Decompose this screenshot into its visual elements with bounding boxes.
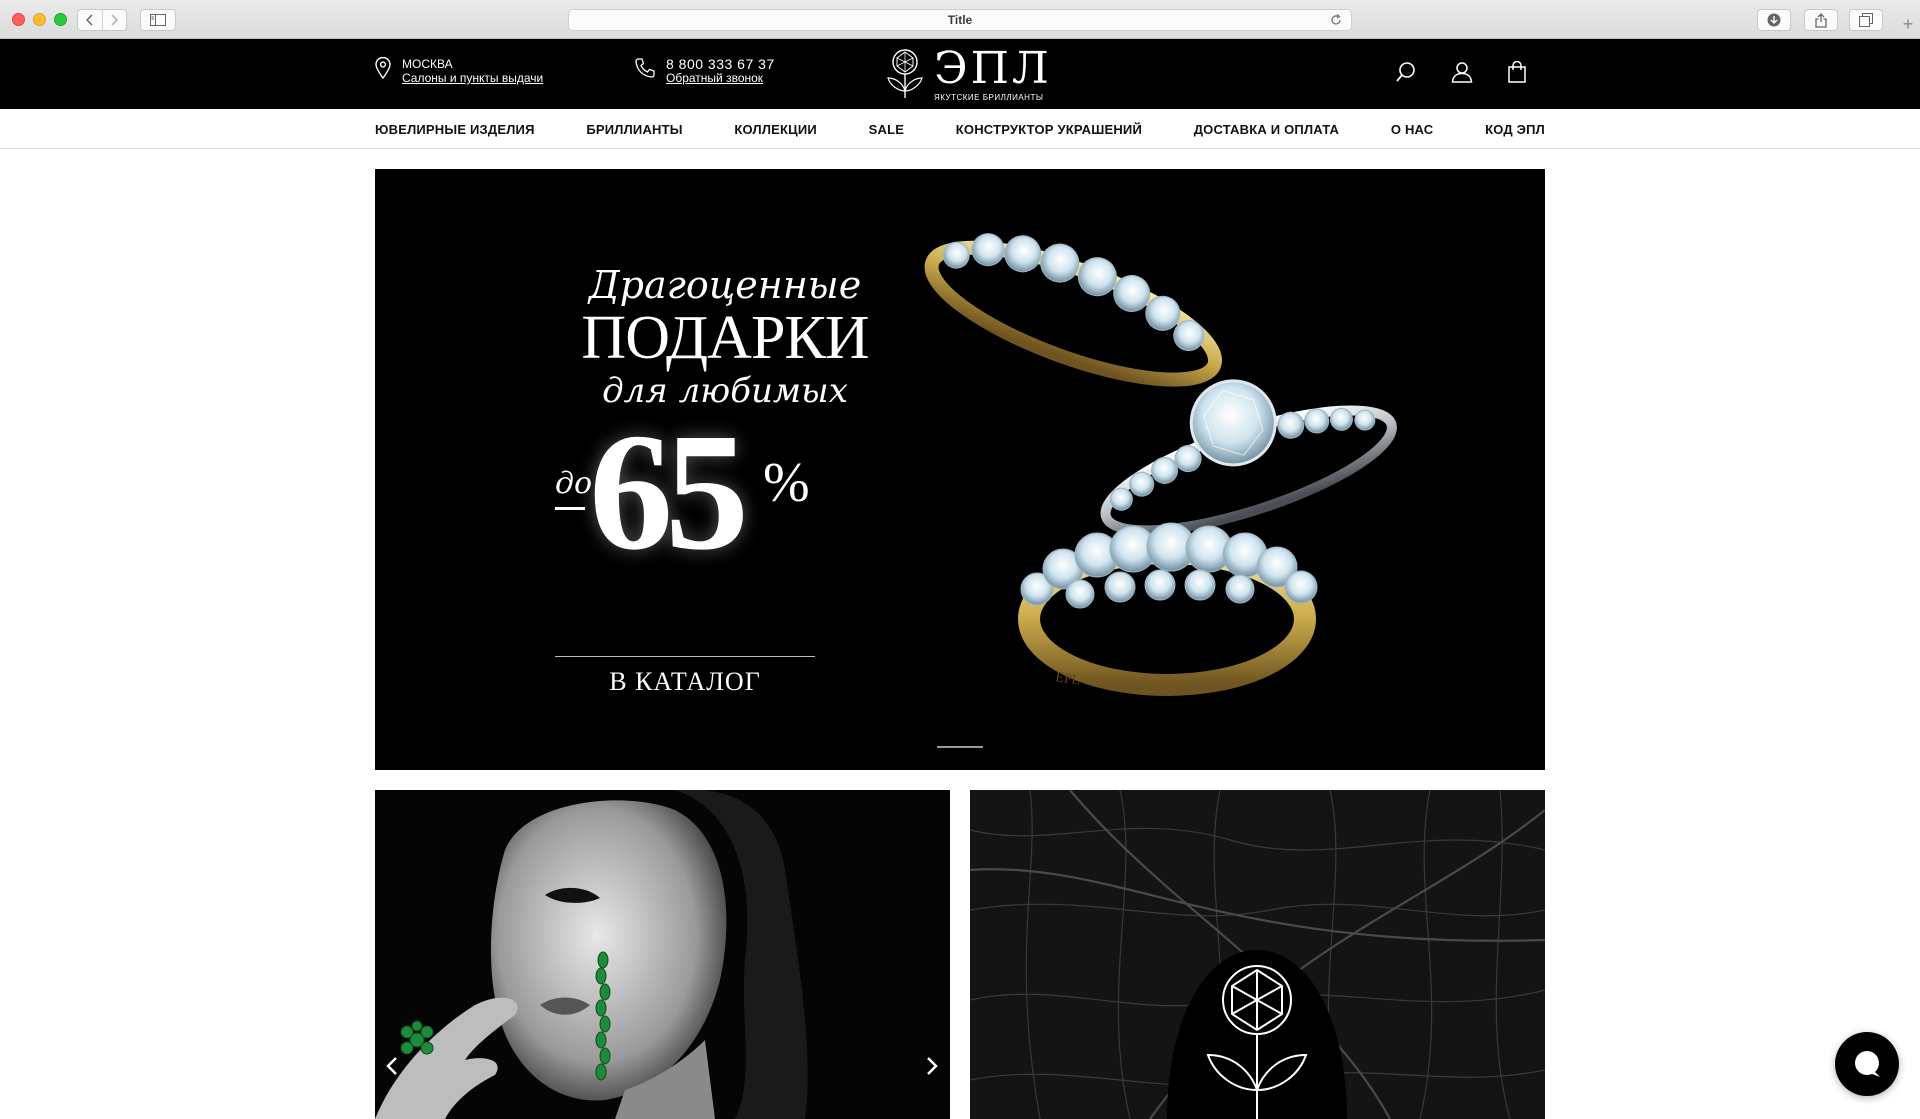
close-window-button[interactable] (12, 13, 25, 26)
diamond-rings-image: EPL (924, 233, 1397, 696)
discount-percent: % (763, 452, 810, 514)
catalog-cta-button[interactable]: В КАТАЛОГ (555, 667, 815, 697)
chevron-left-icon (85, 14, 93, 26)
location-pin-icon (375, 57, 391, 79)
location-selector[interactable]: МОСКВА Салоны и пункты выдачи (375, 57, 543, 85)
hero-line1: Драгоценные (588, 263, 862, 307)
hero-discount: до 65 % (555, 407, 895, 577)
phone-icon (635, 58, 655, 78)
logo-wordmark: ЭПЛ (934, 43, 1052, 94)
site-header: МОСКВА Салоны и пункты выдачи 8 800 333 … (0, 39, 1920, 109)
sidebar-toggle-button[interactable] (140, 9, 176, 31)
share-button[interactable] (1804, 9, 1838, 31)
zoom-window-button[interactable] (54, 13, 67, 26)
back-button[interactable] (78, 10, 102, 30)
site-logo[interactable]: ЭПЛ ЯКУТСКИЕ БРИЛЛИАНТЫ (884, 47, 1052, 102)
nav-item-diamonds[interactable]: БРИЛЛИАНТЫ (586, 122, 682, 137)
chevron-right-icon (927, 1057, 938, 1075)
tab-overview-button[interactable] (1849, 9, 1883, 31)
new-tab-button[interactable]: + (1898, 14, 1918, 34)
city-label[interactable]: МОСКВА (402, 57, 543, 71)
chevron-left-icon (386, 1057, 397, 1075)
downloads-button[interactable] (1757, 9, 1791, 31)
promo-tile-model[interactable] (375, 790, 950, 1119)
nav-item-constructor[interactable]: КОНСТРУКТОР УКРАШЕНИЙ (956, 122, 1142, 137)
stores-map-tile[interactable] (970, 790, 1545, 1119)
hero-banner[interactable]: Драгоценные ПОДАРКИ для любимых до 65 % … (375, 169, 1545, 770)
tile-prev-button[interactable] (385, 1056, 399, 1081)
user-icon (1451, 62, 1473, 83)
browser-chrome: Title + (0, 0, 1920, 39)
logo-tagline: ЯКУТСКИЕ БРИЛЛИАНТЫ (934, 93, 1044, 102)
hero-line2: ПОДАРКИ (581, 304, 869, 372)
share-icon (1815, 12, 1827, 28)
chat-icon (1855, 1051, 1880, 1077)
city-map-image (970, 790, 1545, 1119)
discount-number: 65 (589, 399, 749, 585)
slider-indicator[interactable] (937, 746, 983, 748)
search-icon (1396, 62, 1415, 82)
main-navigation: ЮВЕЛИРНЫЕ ИЗДЕЛИЯ БРИЛЛИАНТЫ КОЛЛЕКЦИИ S… (0, 109, 1920, 149)
phone-number[interactable]: 8 800 333 67 37 (666, 57, 775, 71)
hero-promo-text: Драгоценные ПОДАРКИ для любимых до 65 % (555, 263, 895, 577)
ring-top (924, 233, 1223, 387)
sidebar-icon (150, 14, 166, 26)
download-icon (1767, 13, 1781, 27)
nav-item-epl-code[interactable]: КОД ЭПЛ (1485, 122, 1545, 137)
discount-prefix-underline (555, 507, 585, 510)
window-controls (12, 13, 67, 26)
cta-divider (555, 656, 815, 657)
phone-block: 8 800 333 67 37 Обратный звонок (634, 57, 775, 85)
history-nav (77, 9, 127, 31)
forward-button[interactable] (101, 10, 127, 30)
nav-item-delivery[interactable]: ДОСТАВКА И ОПЛАТА (1194, 122, 1339, 137)
callback-link[interactable]: Обратный звонок (666, 71, 775, 85)
nav-item-collections[interactable]: КОЛЛЕКЦИИ (734, 122, 817, 137)
nav-item-jewelry[interactable]: ЮВЕЛИРНЫЕ ИЗДЕЛИЯ (375, 122, 535, 137)
ring-bottom: EPL (1018, 522, 1318, 696)
tile-next-button[interactable] (925, 1056, 939, 1081)
page-title: Title (947, 13, 973, 27)
minimize-window-button[interactable] (33, 13, 46, 26)
ring-engraving: EPL (1054, 670, 1081, 688)
nav-item-sale[interactable]: SALE (869, 122, 904, 137)
cart-button[interactable] (1507, 60, 1527, 88)
nav-item-about[interactable]: О НАС (1391, 122, 1434, 137)
address-bar[interactable]: Title (568, 9, 1352, 31)
chevron-right-icon (111, 14, 119, 26)
account-button[interactable] (1451, 61, 1473, 88)
chat-widget-button[interactable] (1835, 1032, 1899, 1096)
model-portrait-image (375, 790, 950, 1119)
discount-prefix: до (555, 466, 593, 501)
reload-icon[interactable] (1329, 13, 1343, 27)
tabs-icon (1859, 13, 1873, 27)
search-button[interactable] (1395, 61, 1417, 88)
stores-link[interactable]: Салоны и пункты выдачи (402, 71, 543, 85)
shopping-bag-icon (1508, 60, 1526, 83)
flower-diamond-logo-icon (887, 49, 923, 98)
